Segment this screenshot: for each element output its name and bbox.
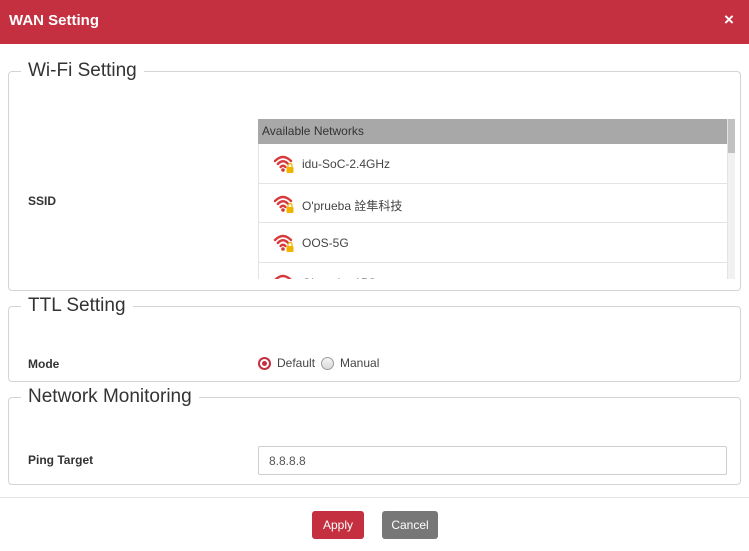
close-icon[interactable]: ×: [721, 11, 737, 29]
footer-divider: [0, 497, 749, 498]
ttl-setting-legend: TTL Setting: [28, 295, 126, 316]
wifi-locked-icon: [273, 193, 295, 215]
network-ssid: O'prueba 詮隼科技: [302, 198, 403, 213]
network-item[interactable]: OOS-5G: [258, 223, 727, 263]
mode-default-radio[interactable]: [258, 356, 271, 370]
mode-default-option[interactable]: Default: [258, 355, 315, 371]
network-monitoring-section: Network Monitoring Ping Target: [8, 386, 741, 485]
network-item[interactable]: O'prueba 15G: [258, 262, 727, 280]
available-networks-header: Available Networks: [258, 119, 727, 144]
dialog-header: WAN Setting ×: [0, 0, 749, 44]
network-ssid: OOS-5G: [302, 236, 349, 250]
ssid-label: SSID: [28, 194, 57, 208]
ping-target-input[interactable]: [258, 446, 727, 475]
ttl-setting-section: TTL Setting Mode Default Manual: [8, 295, 741, 382]
ping-target-label: Ping Target: [28, 453, 94, 467]
network-ssid: O'prueba 15G: [302, 276, 377, 280]
network-item[interactable]: O'prueba 詮隼科技: [258, 183, 727, 223]
wifi-locked-icon: [273, 272, 295, 279]
network-list-scrollbar-thumb[interactable]: [728, 119, 735, 153]
network-monitoring-legend: Network Monitoring: [28, 386, 192, 407]
wifi-locked-icon: [273, 232, 295, 254]
mode-manual-radio[interactable]: [321, 356, 334, 370]
available-networks-list[interactable]: Available Networks idu-SoC-2.4GHz O'prueb…: [258, 119, 728, 279]
cancel-button[interactable]: Cancel: [382, 511, 438, 539]
network-list-scrollbar[interactable]: [728, 119, 735, 279]
mode-manual-label: Manual: [340, 356, 380, 370]
mode-label: Mode: [28, 357, 60, 371]
network-item[interactable]: idu-SoC-2.4GHz: [258, 144, 727, 184]
network-ssid: idu-SoC-2.4GHz: [302, 157, 391, 171]
mode-default-label: Default: [277, 356, 316, 370]
mode-manual-option[interactable]: Manual: [321, 355, 379, 371]
wifi-setting-legend: Wi-Fi Setting: [28, 60, 137, 81]
apply-button[interactable]: Apply: [312, 511, 364, 539]
dialog-title: WAN Setting: [9, 12, 99, 29]
wifi-locked-icon: [273, 153, 295, 175]
wifi-setting-section: Wi-Fi Setting SSID Available Networks id…: [8, 60, 741, 291]
